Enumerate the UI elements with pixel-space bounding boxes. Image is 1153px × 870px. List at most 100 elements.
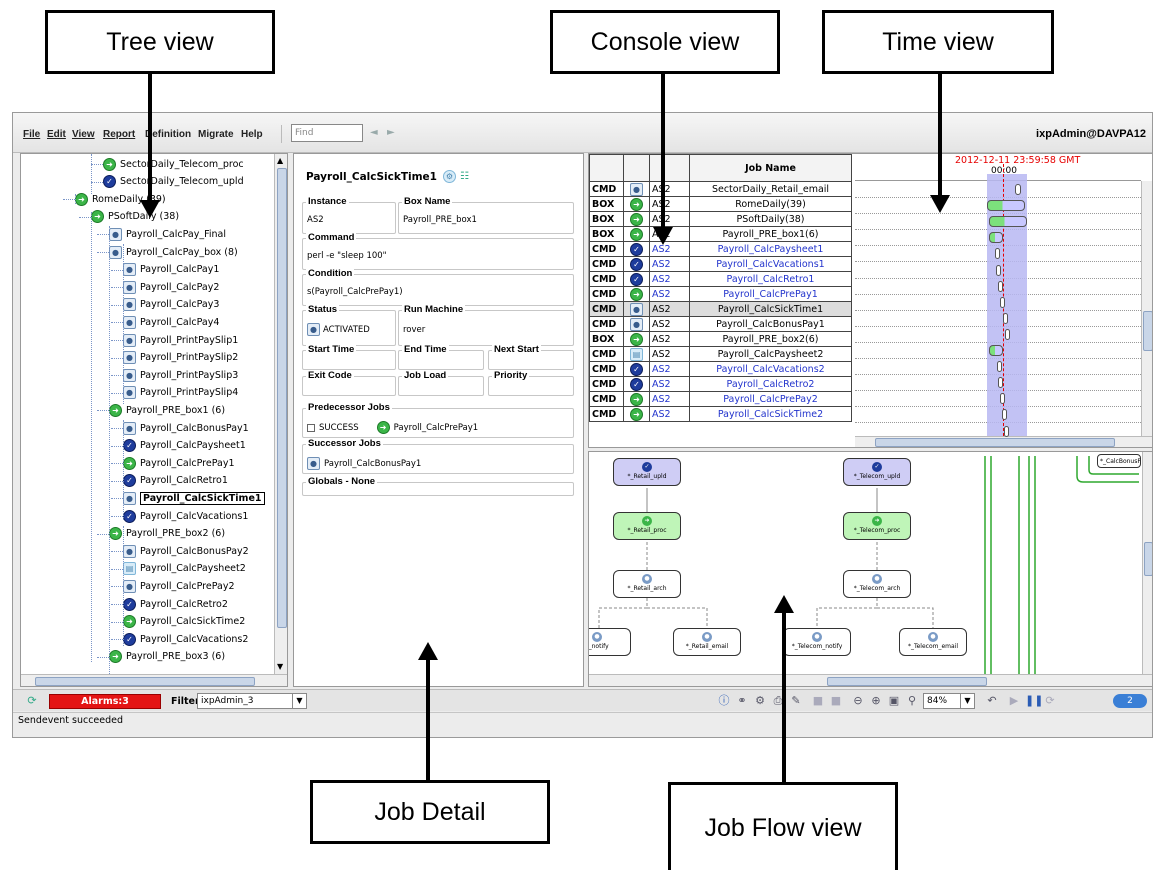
flow-horizontal-scrollbar[interactable] <box>589 674 1152 686</box>
console-row[interactable]: CMD ▤ AS2 Payroll_CalcPaysheet2 <box>589 346 852 362</box>
console-row[interactable]: CMD ✓ AS2 Payroll_CalcPaysheet1 <box>589 241 852 257</box>
flow-node-telecom-upld[interactable]: ✓ *_Telecom_upld <box>843 458 911 486</box>
tree-node[interactable]: ● Payroll_CalcPay_Final <box>109 226 226 242</box>
find-input[interactable]: Find <box>291 124 363 142</box>
tree-node[interactable]: ● Payroll_PrintPaySlip4 <box>123 385 238 401</box>
chevron-down-icon[interactable]: ▼ <box>292 694 306 708</box>
col-type-header[interactable] <box>589 154 624 182</box>
tree-node[interactable]: ● Payroll_CalcSickTime1 <box>123 490 265 506</box>
tree-node[interactable]: ✓ Payroll_CalcVacations1 <box>123 508 248 524</box>
console-vertical-scrollbar[interactable] <box>1141 181 1152 436</box>
console-row[interactable]: CMD ➜ AS2 Payroll_CalcPrePay2 <box>589 391 852 407</box>
tree-node[interactable]: ● Payroll_CalcBonusPay2 <box>123 543 249 559</box>
col-job-name-header[interactable]: Job Name <box>689 154 852 182</box>
flow-node-telecom-notify[interactable]: ● *_Telecom_notify <box>783 628 851 656</box>
tree-node[interactable]: ▤ Payroll_CalcPaysheet2 <box>123 561 246 577</box>
tree-node[interactable]: ● Payroll_CalcBonusPay1 <box>123 420 249 436</box>
menu-migrate[interactable]: Migrate <box>198 129 234 140</box>
flow-node-retail-email[interactable]: ● *_Retail_email <box>673 628 741 656</box>
tree-node[interactable]: ➜ Payroll_CalcSickTime2 <box>123 614 245 630</box>
tree-node[interactable]: ✓ SectorDaily_Telecom_upld <box>103 174 244 190</box>
settings-icon[interactable]: ⚙ <box>753 694 767 708</box>
menu-report[interactable]: Report <box>103 129 135 140</box>
tree-node[interactable]: ➜ PSoftDaily (38) <box>91 209 179 225</box>
menu-view[interactable]: View <box>72 129 95 140</box>
pause-icon[interactable]: ❚❚ <box>1025 694 1043 708</box>
zoom-out-icon[interactable]: ⊖ <box>851 694 865 708</box>
tree-node[interactable]: ✓ Payroll_CalcVacations2 <box>123 631 248 647</box>
flow-node-retail-notify[interactable]: ●il_notify <box>589 628 631 656</box>
flow-icon[interactable]: ☷ <box>460 171 469 182</box>
tree-vertical-scrollbar[interactable]: ▲ ▼ <box>274 154 287 674</box>
col-status-header[interactable] <box>623 154 650 182</box>
fit-to-window-icon[interactable]: ▣ <box>887 694 901 708</box>
find-next-icon[interactable]: ► <box>387 128 399 138</box>
page-badge[interactable]: 2 <box>1113 694 1147 708</box>
time-horizontal-scrollbar[interactable] <box>855 436 1152 447</box>
time-hscroll-thumb[interactable] <box>875 438 1115 447</box>
col-instance-header[interactable] <box>649 154 690 182</box>
flow-node-telecom-email[interactable]: ● *_Telecom_email <box>899 628 967 656</box>
find-previous-icon[interactable]: ◄ <box>370 128 382 138</box>
flow-node-telecom-arch[interactable]: ● *_Telecom_arch <box>843 570 911 598</box>
link-icon[interactable]: ⚭ <box>735 694 749 708</box>
console-row[interactable]: CMD ● AS2 Payroll_CalcSickTime1 <box>589 301 852 317</box>
back-icon[interactable]: ↶ <box>985 694 999 708</box>
flow-node-retail-arch[interactable]: ● *_Retail_arch <box>613 570 681 598</box>
menu-file[interactable]: File <box>23 129 40 140</box>
tree-node[interactable]: ● Payroll_PrintPaySlip2 <box>123 350 238 366</box>
play-icon[interactable]: ▶ <box>1007 694 1021 708</box>
menu-definition[interactable]: Definition <box>145 129 191 140</box>
console-row[interactable]: BOX ➜ AS2 PSoftDaily(38) <box>589 211 852 227</box>
tree-node[interactable]: ✓ Payroll_CalcRetro2 <box>123 596 228 612</box>
reload-icon[interactable]: ⟳ <box>1043 694 1057 708</box>
flow-hscroll-thumb[interactable] <box>827 677 987 686</box>
scroll-up-icon[interactable]: ▲ <box>277 156 283 165</box>
flow-vertical-scrollbar[interactable] <box>1142 452 1152 674</box>
tree-node[interactable]: ● Payroll_CalcPay2 <box>123 279 219 295</box>
refresh-icon[interactable]: ⟳ <box>25 694 39 708</box>
edit-icon[interactable]: ✎ <box>789 694 803 708</box>
tree-node[interactable]: ✓ Payroll_CalcPaysheet1 <box>123 438 246 454</box>
copy-icon[interactable]: ■ <box>811 694 825 708</box>
scroll-down-icon[interactable]: ▼ <box>277 662 283 671</box>
tree-node[interactable]: ● Payroll_CalcPay3 <box>123 297 219 313</box>
tree-node[interactable]: ● Payroll_CalcPrePay2 <box>123 578 235 594</box>
tree-node[interactable]: ● Payroll_CalcPay4 <box>123 314 219 330</box>
gear-icon[interactable]: ⚙ <box>442 170 456 183</box>
menu-edit[interactable]: Edit <box>47 129 66 140</box>
console-row[interactable]: CMD ● AS2 Payroll_CalcBonusPay1 <box>589 316 852 332</box>
tree-node[interactable]: ● Payroll_CalcPay_box (8) <box>109 244 238 260</box>
tree-node[interactable]: ● Payroll_CalcPay1 <box>123 262 219 278</box>
console-row[interactable]: CMD ➜ AS2 Payroll_CalcSickTime2 <box>589 406 852 422</box>
print-icon[interactable]: ⎙ <box>771 694 785 708</box>
tree-horizontal-scrollbar[interactable] <box>21 674 287 686</box>
console-row[interactable]: BOX ➜ AS2 RomeDaily(39) <box>589 196 852 212</box>
tree-scroll-thumb[interactable] <box>277 168 287 628</box>
tree-node[interactable]: ● Payroll_PrintPaySlip1 <box>123 332 238 348</box>
zoom-icon[interactable]: ⚲ <box>905 694 919 708</box>
tree-node[interactable]: ➜ Payroll_CalcPrePay1 <box>123 455 235 471</box>
filter-select[interactable]: ixpAdmin_3 ▼ <box>197 693 307 709</box>
help-icon[interactable]: ⓘ <box>717 694 731 708</box>
tree-hscroll-thumb[interactable] <box>35 677 255 686</box>
flow-node-telecom-proc[interactable]: ➜ *_Telecom_proc <box>843 512 911 540</box>
tree-node[interactable]: ➜ SectorDaily_Telecom_proc <box>103 156 244 172</box>
tree-node[interactable]: ✓ Payroll_CalcRetro1 <box>123 473 228 489</box>
console-row[interactable]: CMD ✓ AS2 Payroll_CalcRetro2 <box>589 376 852 392</box>
flow-node-calc-bonus[interactable]: *_CalcBonusPa <box>1097 454 1141 468</box>
tree-node[interactable]: ➜ Payroll_PRE_box2 (6) <box>109 526 225 542</box>
paste-icon[interactable]: ■ <box>829 694 843 708</box>
tree-node[interactable]: ➜ Payroll_PRE_box1 (6) <box>109 402 225 418</box>
console-row[interactable]: CMD ✓ AS2 Payroll_CalcVacations2 <box>589 361 852 377</box>
menu-help[interactable]: Help <box>241 129 263 140</box>
zoom-select[interactable]: 84% ▼ <box>923 693 975 709</box>
console-row[interactable]: CMD ✓ AS2 Payroll_CalcVacations1 <box>589 256 852 272</box>
console-row[interactable]: BOX ➜ AS2 Payroll_PRE_box2(6) <box>589 331 852 347</box>
console-row[interactable]: CMD ➜ AS2 Payroll_CalcPrePay1 <box>589 286 852 302</box>
console-row[interactable]: BOX ➜ AS2 Payroll_PRE_box1(6) <box>589 226 852 242</box>
tree-node[interactable]: ➜ Payroll_PRE_box3 (6) <box>109 649 225 665</box>
flow-node-retail-proc[interactable]: ➜ *_Retail_proc <box>613 512 681 540</box>
console-scroll-thumb[interactable] <box>1143 311 1152 351</box>
alarms-indicator[interactable]: Alarms:3 <box>49 694 161 709</box>
